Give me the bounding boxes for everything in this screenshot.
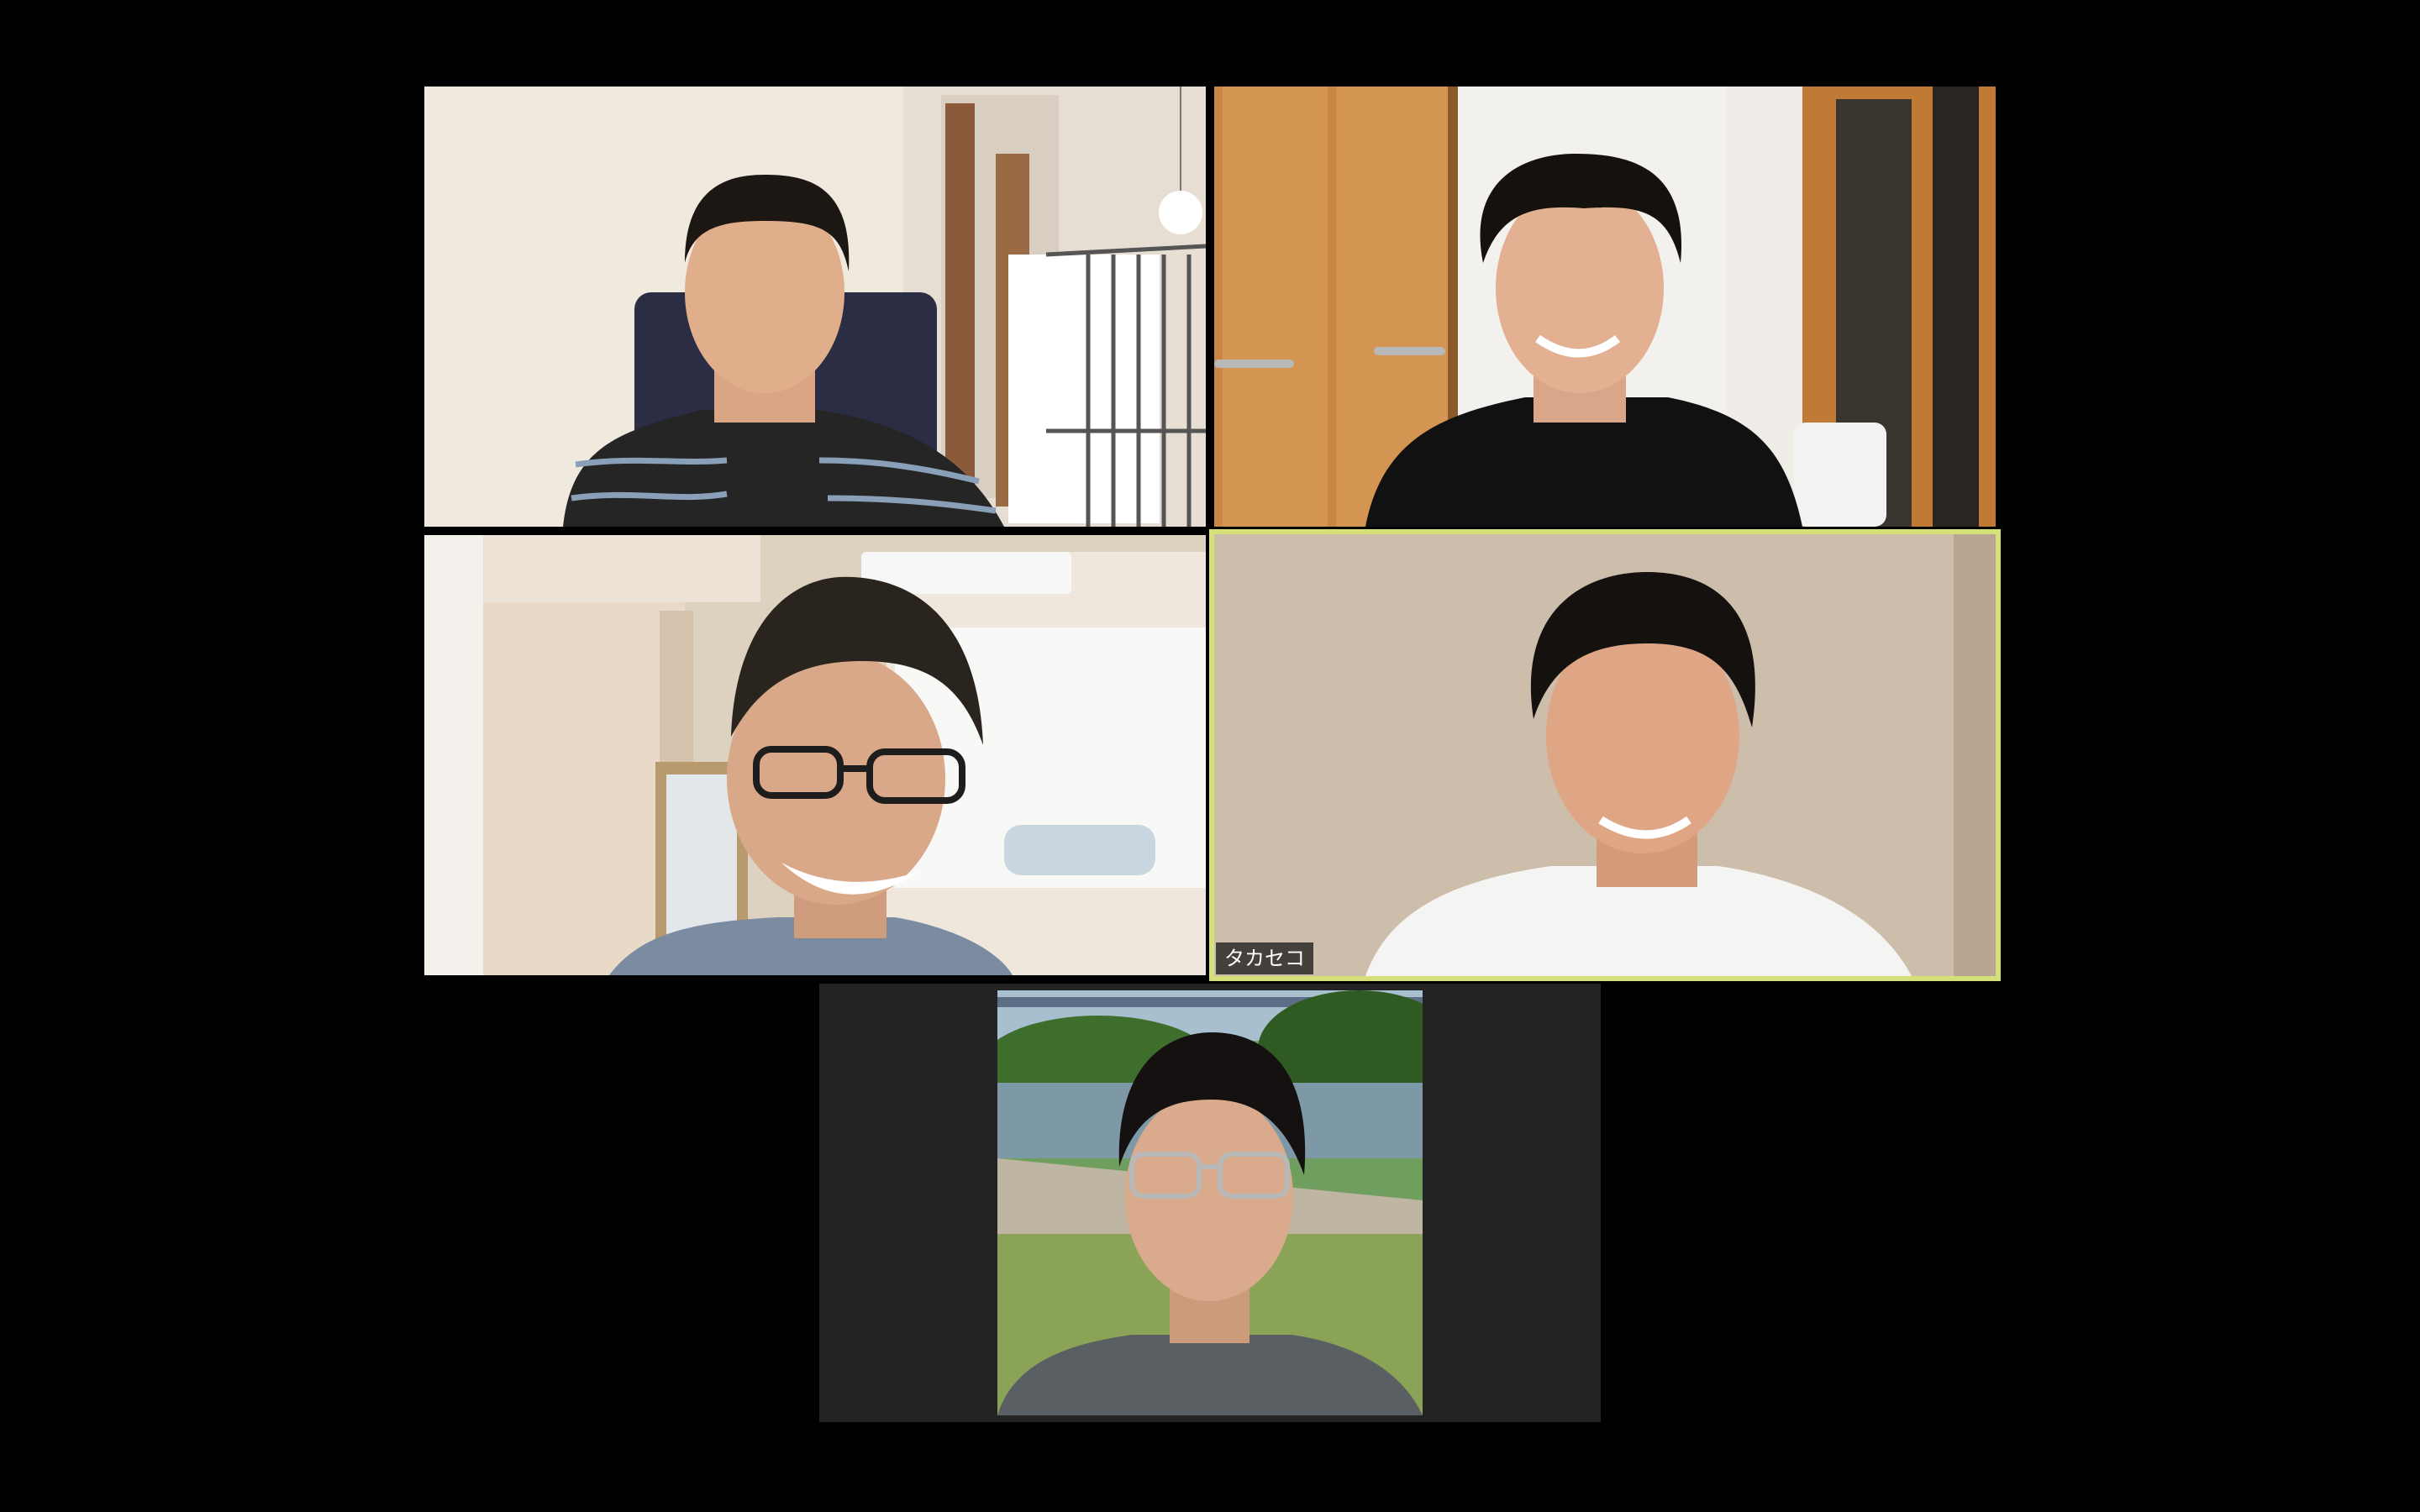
participant-video-tile[interactable] bbox=[1214, 87, 1996, 527]
participant-video-feed bbox=[1214, 87, 1996, 527]
participant-video-container: タカセコ bbox=[1214, 534, 1996, 976]
participant-video-tile[interactable] bbox=[424, 87, 1206, 527]
participant-video-feed bbox=[424, 535, 1206, 975]
active-speaker-tile[interactable]: タカセコ bbox=[1209, 529, 2001, 981]
participant-profile-photo bbox=[997, 990, 1423, 1415]
participant-name-label: タカセコ bbox=[1216, 942, 1313, 974]
participant-video-tile[interactable] bbox=[819, 984, 1601, 1422]
participant-video-tile[interactable] bbox=[424, 535, 1206, 975]
participant-video-feed bbox=[1214, 534, 1996, 976]
participant-video-feed bbox=[424, 87, 1206, 527]
